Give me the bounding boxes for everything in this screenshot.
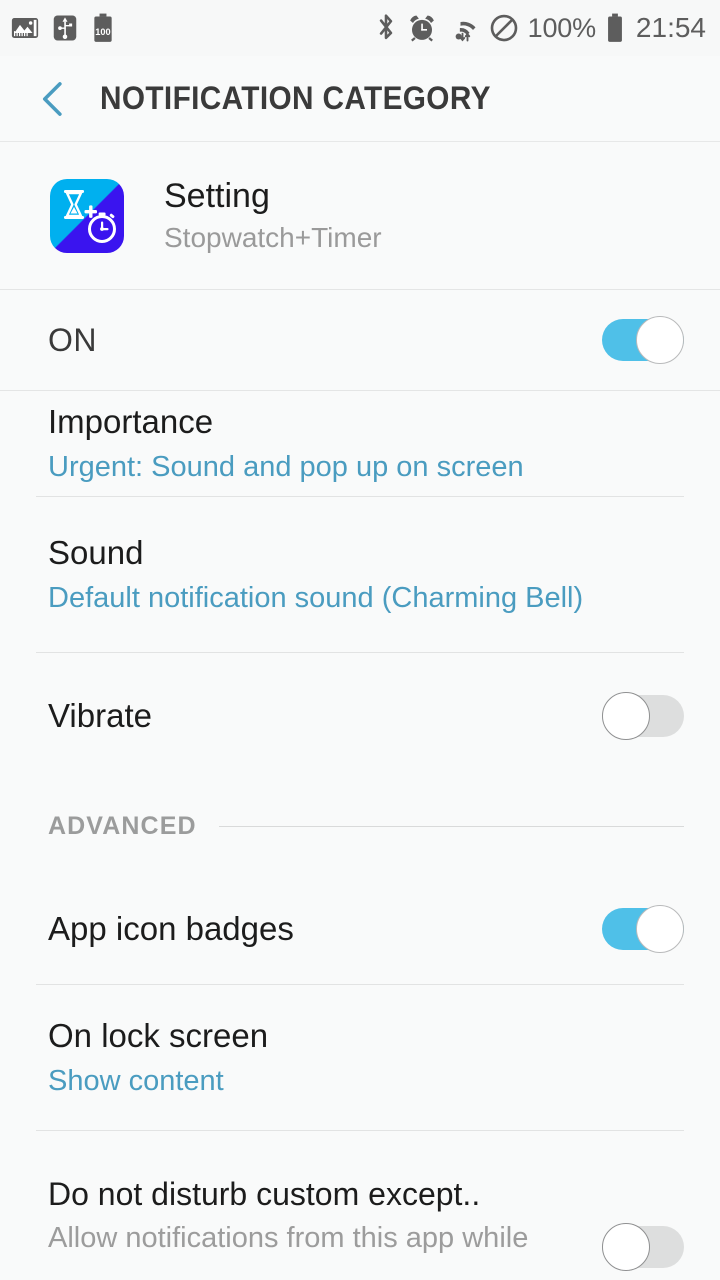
do-not-disturb-row[interactable]: Do not disturb custom except.. Allow not… <box>0 1131 720 1271</box>
app-name-label: Setting <box>164 176 270 215</box>
toggle-thumb <box>602 1223 650 1271</box>
status-bar: 100 100% 21:54 <box>0 0 720 56</box>
master-toggle-row[interactable]: ON <box>0 290 720 390</box>
vibrate-toggle-switch[interactable] <box>602 691 684 740</box>
bluetooth-icon <box>374 12 398 44</box>
chevron-left-icon <box>42 81 62 116</box>
alarm-icon <box>407 13 437 43</box>
on-lock-screen-title: On lock screen <box>48 1017 269 1055</box>
importance-text: Importance Urgent: Sound and pop up on s… <box>48 402 684 484</box>
svg-text:100: 100 <box>95 27 110 37</box>
battery-icon <box>605 13 625 43</box>
app-icon-badges-row[interactable]: App icon badges <box>0 874 720 984</box>
app-info: Setting Stopwatch+Timer <box>164 177 382 254</box>
importance-title: Importance <box>48 403 214 441</box>
importance-value: Urgent: Sound and pop up on screen <box>48 450 524 483</box>
advanced-section-label: ADVANCED <box>48 811 197 840</box>
app-header-row: Setting Stopwatch+Timer <box>0 142 720 290</box>
sound-value: Default notification sound (Charming Bel… <box>48 581 584 614</box>
photo-icon <box>10 13 40 43</box>
advanced-section-header: ADVANCED <box>0 778 720 874</box>
sound-text: Sound Default notification sound (Charmi… <box>48 533 684 615</box>
wifi-icon <box>446 13 480 43</box>
importance-row[interactable]: Importance Urgent: Sound and pop up on s… <box>0 391 720 496</box>
do-not-disturb-toggle-switch[interactable] <box>602 1223 684 1271</box>
master-toggle-text: ON <box>48 322 602 359</box>
toggle-thumb <box>602 691 650 740</box>
app-icon-badges-toggle-switch[interactable] <box>602 905 684 953</box>
on-lock-screen-value: Show content <box>48 1064 224 1097</box>
do-not-disturb-text: Do not disturb custom except.. Allow not… <box>48 1175 602 1256</box>
master-toggle-switch[interactable] <box>602 316 684 364</box>
vibrate-row[interactable]: Vibrate <box>0 653 720 778</box>
on-lock-screen-text: On lock screen Show content <box>48 1016 684 1098</box>
app-bar: NOTIFICATION CATEGORY <box>0 56 720 142</box>
app-subtitle-label: Stopwatch+Timer <box>164 221 382 253</box>
back-button[interactable] <box>36 77 80 121</box>
toggle-thumb <box>636 316 684 364</box>
sound-row[interactable]: Sound Default notification sound (Charmi… <box>0 497 720 652</box>
battery-100-icon: 100 <box>90 13 116 43</box>
do-not-disturb-value: Allow notifications from this app while <box>48 1222 529 1255</box>
on-lock-screen-row[interactable]: On lock screen Show content <box>0 985 720 1130</box>
phone-screen: 100 100% 21:54 NOTIFICATION CATEGORY Set… <box>0 0 720 1280</box>
page-title: NOTIFICATION CATEGORY <box>100 80 491 116</box>
app-icon-badges-title: App icon badges <box>48 910 294 948</box>
status-bar-right-icons: 100% 21:54 <box>374 12 706 44</box>
vibrate-title: Vibrate <box>48 696 152 734</box>
hourglass-stopwatch-icon <box>50 178 124 253</box>
section-divider <box>218 825 684 827</box>
vibrate-text: Vibrate <box>48 696 602 736</box>
toggle-thumb <box>636 905 684 953</box>
do-not-disturb-icon <box>489 13 519 43</box>
do-not-disturb-title: Do not disturb custom except.. <box>48 1176 481 1212</box>
battery-percent-label: 100% <box>527 12 596 43</box>
status-bar-left-icons: 100 <box>10 13 116 43</box>
usb-icon <box>50 13 80 43</box>
clock-label: 21:54 <box>635 12 706 43</box>
sound-title: Sound <box>48 534 144 572</box>
master-toggle-label: ON <box>48 321 97 358</box>
app-icon-badges-text: App icon badges <box>48 909 602 949</box>
